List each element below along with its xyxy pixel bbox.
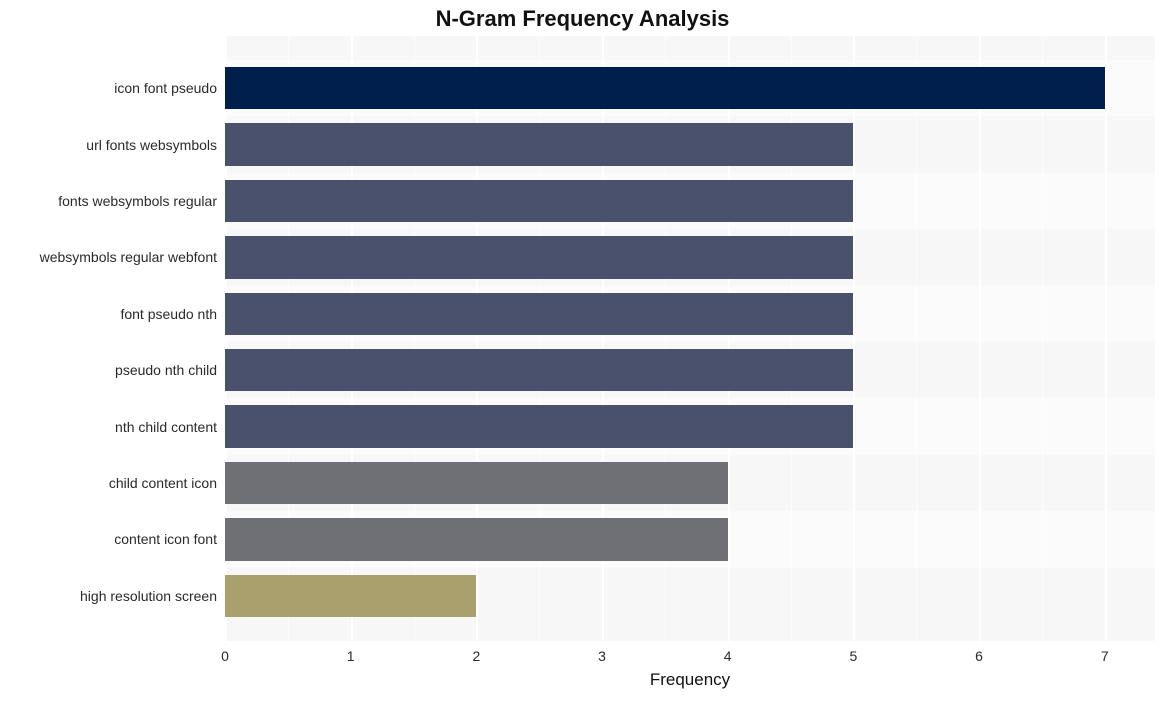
bar bbox=[225, 180, 853, 222]
x-tick-label: 4 bbox=[724, 648, 732, 664]
x-tick-label: 5 bbox=[849, 648, 857, 664]
bar bbox=[225, 293, 853, 335]
x-tick-label: 7 bbox=[1101, 648, 1109, 664]
y-tick-label: font pseudo nth bbox=[120, 306, 217, 322]
y-tick-label: high resolution screen bbox=[80, 588, 217, 604]
x-tick-label: 1 bbox=[347, 648, 355, 664]
x-tick-label: 6 bbox=[975, 648, 983, 664]
bar bbox=[225, 462, 728, 504]
bar bbox=[225, 67, 1105, 109]
y-tick-label: pseudo nth child bbox=[115, 362, 217, 378]
y-tick-label: fonts websymbols regular bbox=[58, 193, 217, 209]
bar bbox=[225, 123, 853, 165]
bar bbox=[225, 518, 728, 560]
y-tick-label: url fonts websymbols bbox=[86, 137, 217, 153]
y-tick-label: icon font pseudo bbox=[114, 80, 217, 96]
x-tick-label: 2 bbox=[472, 648, 480, 664]
x-axis-label: Frequency bbox=[225, 670, 1155, 690]
bar bbox=[225, 575, 476, 617]
y-tick-label: content icon font bbox=[114, 531, 217, 547]
y-tick-label: child content icon bbox=[109, 475, 217, 491]
ngram-chart: N-Gram Frequency Analysis Frequency icon… bbox=[0, 0, 1165, 701]
bar bbox=[225, 405, 853, 447]
chart-title: N-Gram Frequency Analysis bbox=[0, 6, 1165, 32]
x-tick-label: 0 bbox=[221, 648, 229, 664]
plot-area bbox=[225, 36, 1155, 641]
bar bbox=[225, 349, 853, 391]
y-tick-label: websymbols regular webfont bbox=[40, 249, 217, 265]
bar bbox=[225, 236, 853, 278]
y-tick-label: nth child content bbox=[115, 419, 217, 435]
x-tick-label: 3 bbox=[598, 648, 606, 664]
